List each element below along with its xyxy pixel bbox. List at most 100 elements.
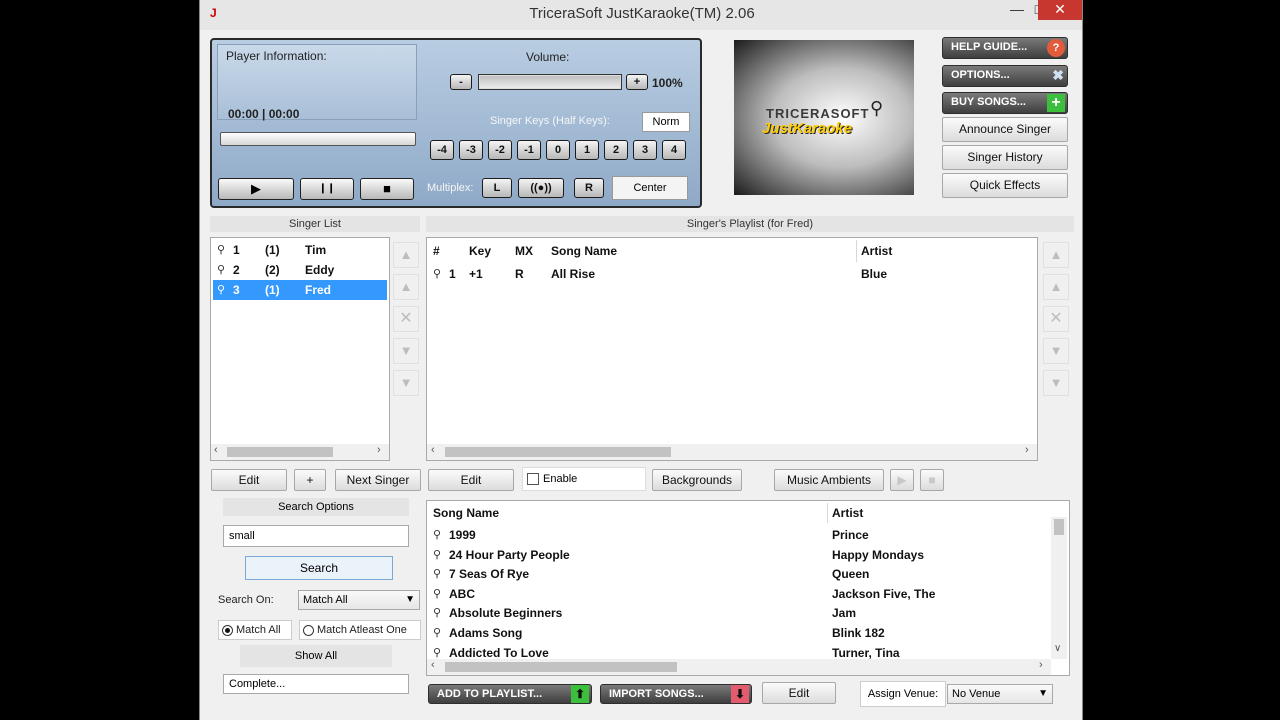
next-singer-button[interactable]: Next Singer bbox=[335, 469, 421, 491]
search-button[interactable]: Search bbox=[245, 556, 393, 580]
key-shift-button[interactable]: -1 bbox=[517, 140, 541, 160]
scroll-left-icon[interactable]: ‹ bbox=[214, 444, 218, 456]
venue-select[interactable]: No Venue ▼ bbox=[947, 684, 1053, 704]
close-button[interactable]: ✕ bbox=[1038, 0, 1082, 20]
singer-remove-icon[interactable]: ✕ bbox=[393, 306, 419, 332]
music-ambients-button[interactable]: Music Ambients bbox=[774, 469, 884, 491]
key-shift-button[interactable]: 2 bbox=[604, 140, 628, 160]
singer-list-hscroll[interactable]: ‹ › bbox=[211, 444, 389, 460]
playlist-col-key[interactable]: Key bbox=[469, 244, 491, 258]
title-bar[interactable]: J TriceraSoft JustKaraoke(TM) 2.06 — □ ✕ bbox=[200, 0, 1082, 30]
scroll-right-icon[interactable]: › bbox=[1025, 444, 1029, 456]
match-all-radio[interactable]: Match All bbox=[218, 620, 292, 640]
backgrounds-button[interactable]: Backgrounds bbox=[652, 469, 742, 491]
show-all-button[interactable]: Show All bbox=[240, 645, 392, 667]
match-atleast-radio[interactable]: Match Atleast One bbox=[299, 620, 421, 640]
song-row[interactable]: ⚲ Adams Song Blink 182 bbox=[427, 623, 1049, 643]
songs-col-artist[interactable]: Artist bbox=[832, 506, 863, 520]
column-divider bbox=[856, 240, 857, 262]
search-input[interactable]: small bbox=[223, 525, 409, 547]
playlist-move-bottom-icon[interactable]: ▼ bbox=[1043, 370, 1069, 396]
singer-move-up-icon[interactable]: ▲ bbox=[393, 274, 419, 300]
pause-button[interactable]: ❙❙ bbox=[300, 178, 354, 200]
enable-checkbox[interactable] bbox=[527, 473, 539, 485]
playlist-header: Singer's Playlist (for Fred) bbox=[426, 216, 1074, 232]
options-button[interactable]: OPTIONS... ✖ bbox=[942, 65, 1068, 87]
singer-row[interactable]: ⚲ 2 (2) Eddy bbox=[213, 260, 387, 280]
volume-up-button[interactable]: + bbox=[626, 74, 648, 90]
song-row[interactable]: ⚲ Absolute Beginners Jam bbox=[427, 603, 1049, 623]
enable-checkbox-area[interactable]: Enable bbox=[522, 467, 646, 491]
key-shift-button[interactable]: 4 bbox=[662, 140, 686, 160]
scroll-right-icon[interactable]: › bbox=[377, 444, 381, 456]
progress-bar[interactable] bbox=[220, 132, 416, 146]
ambient-play-icon[interactable]: ▶ bbox=[890, 469, 914, 491]
key-shift-button[interactable]: -4 bbox=[430, 140, 454, 160]
playlist-col-mx[interactable]: MX bbox=[515, 244, 533, 258]
multiplex-right-button[interactable]: R bbox=[574, 178, 604, 198]
search-options-button[interactable]: Search Options bbox=[223, 498, 409, 516]
song-row-title: Addicted To Love bbox=[449, 645, 549, 660]
singer-move-down-icon[interactable]: ▼ bbox=[393, 338, 419, 364]
volume-down-button[interactable]: - bbox=[450, 74, 472, 90]
song-row[interactable]: ⚲ 1999 Prince bbox=[427, 525, 1049, 545]
playlist-scroll-thumb[interactable] bbox=[445, 447, 671, 457]
key-shift-button[interactable]: 1 bbox=[575, 140, 599, 160]
add-to-playlist-label: ADD TO PLAYLIST... bbox=[437, 688, 543, 700]
key-shift-button[interactable]: 3 bbox=[633, 140, 657, 160]
singer-history-button[interactable]: Singer History bbox=[942, 145, 1068, 170]
singer-row[interactable]: ⚲ 3 (1) Fred bbox=[213, 280, 387, 300]
search-on-select[interactable]: Match All ▼ bbox=[298, 590, 420, 610]
stop-button[interactable]: ■ bbox=[360, 178, 414, 200]
scroll-left-icon[interactable]: ‹ bbox=[431, 444, 435, 456]
playlist-move-down-icon[interactable]: ▼ bbox=[1043, 338, 1069, 364]
songs-col-song[interactable]: Song Name bbox=[433, 506, 499, 520]
key-shift-button[interactable]: 0 bbox=[546, 140, 570, 160]
add-singer-button[interactable]: + bbox=[294, 469, 326, 491]
announce-singer-button[interactable]: Announce Singer bbox=[942, 117, 1068, 142]
play-button[interactable]: ▶ bbox=[218, 178, 294, 200]
playlist-col-artist[interactable]: Artist bbox=[861, 244, 892, 258]
singer-move-top-icon[interactable]: ▲ bbox=[393, 242, 419, 268]
song-row[interactable]: ⚲ 24 Hour Party People Happy Mondays bbox=[427, 545, 1049, 565]
volume-slider[interactable] bbox=[478, 74, 622, 90]
key-shift-button[interactable]: -3 bbox=[459, 140, 483, 160]
playlist-move-up-icon[interactable]: ▲ bbox=[1043, 274, 1069, 300]
song-row[interactable]: ⚲ 7 Seas Of Rye Queen bbox=[427, 564, 1049, 584]
minimize-button[interactable]: — bbox=[1002, 0, 1032, 20]
scroll-down-icon[interactable]: ∨ bbox=[1054, 643, 1061, 654]
singer-list-scroll-thumb[interactable] bbox=[227, 447, 333, 457]
add-to-playlist-button[interactable]: ADD TO PLAYLIST... ⬆ bbox=[428, 684, 592, 704]
player-panel: Player Information: 00:00 | 00:00 Volume… bbox=[210, 38, 702, 208]
songs-edit-button[interactable]: Edit bbox=[762, 682, 836, 704]
quick-effects-button[interactable]: Quick Effects bbox=[942, 173, 1068, 198]
songs-vscroll[interactable]: ∨ bbox=[1051, 517, 1067, 659]
multiplex-both-button[interactable]: ((●)) bbox=[518, 178, 564, 198]
playlist-move-top-icon[interactable]: ▲ bbox=[1043, 242, 1069, 268]
singer-list[interactable]: ‹ › ⚲ 1 (1) Tim ⚲ 2 (2) Eddy ⚲ 3 (1) Fred bbox=[210, 237, 390, 461]
playlist-hscroll[interactable]: ‹ › bbox=[427, 444, 1037, 460]
key-shift-button[interactable]: -2 bbox=[488, 140, 512, 160]
songs-scroll-thumb[interactable] bbox=[445, 662, 677, 672]
song-row[interactable]: ⚲ Addicted To Love Turner, Tina bbox=[427, 643, 1049, 663]
singer-move-bottom-icon[interactable]: ▼ bbox=[393, 370, 419, 396]
song-row-artist: Happy Mondays bbox=[832, 547, 925, 562]
buy-songs-button[interactable]: BUY SONGS... + bbox=[942, 92, 1068, 114]
song-library-list[interactable]: Song Name Artist ∨ ‹ › ⚲ 1999 Prince ⚲ 24 Ho… bbox=[426, 500, 1070, 676]
playlist-col-num[interactable]: # bbox=[433, 244, 440, 258]
playlist-edit-button[interactable]: Edit bbox=[428, 469, 514, 491]
ambient-stop-icon[interactable]: ■ bbox=[920, 469, 944, 491]
playlist-col-song[interactable]: Song Name bbox=[551, 244, 617, 258]
playlist-list[interactable]: # Key MX Song Name Artist ⚲ 1 +1 R All R… bbox=[426, 237, 1038, 461]
playlist-remove-icon[interactable]: ✕ bbox=[1043, 306, 1069, 332]
keys-norm-button[interactable]: Norm bbox=[642, 112, 690, 132]
singer-row[interactable]: ⚲ 1 (1) Tim bbox=[213, 240, 387, 260]
multiplex-left-button[interactable]: L bbox=[482, 178, 512, 198]
multiplex-center-button[interactable]: Center bbox=[612, 176, 688, 200]
singer-edit-button[interactable]: Edit bbox=[211, 469, 287, 491]
playlist-row[interactable]: ⚲ 1 +1 R All Rise Blue bbox=[427, 264, 1037, 284]
songs-vscroll-thumb[interactable] bbox=[1054, 519, 1064, 535]
import-songs-button[interactable]: IMPORT SONGS... ⬇ bbox=[600, 684, 752, 704]
song-row[interactable]: ⚲ ABC Jackson Five, The bbox=[427, 584, 1049, 604]
help-guide-button[interactable]: HELP GUIDE... ? bbox=[942, 37, 1068, 59]
